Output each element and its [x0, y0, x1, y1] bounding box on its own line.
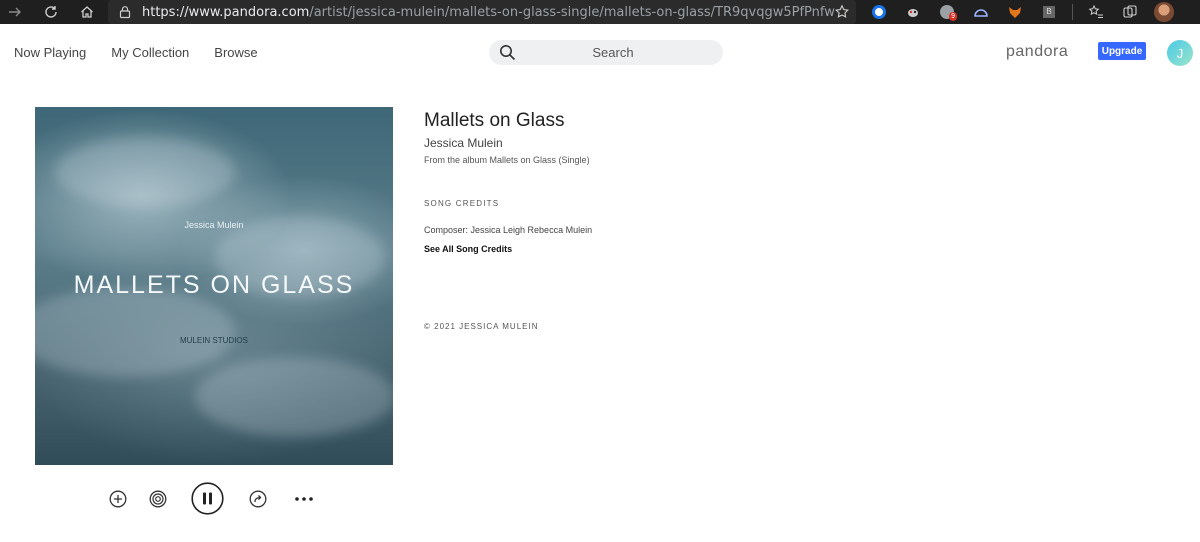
- collections-icon: [1123, 5, 1137, 18]
- pause-button[interactable]: [191, 482, 224, 515]
- composer-credit: Composer: Jessica Leigh Rebecca Mulein: [424, 225, 593, 235]
- album-art-artist: Jessica Mulein: [184, 220, 244, 230]
- search-input[interactable]: Search: [489, 40, 723, 65]
- password-manager-icon: [872, 5, 886, 19]
- extension-button-3[interactable]: 9: [930, 0, 964, 24]
- see-all-credits-link[interactable]: See All Song Credits: [424, 244, 512, 254]
- favorites-list-icon: [1088, 4, 1103, 18]
- cloud-shape: [55, 137, 235, 207]
- add-to-collection-button[interactable]: [108, 489, 128, 509]
- url-text: https://www.pandora.com/artist/jessica-m…: [142, 4, 835, 20]
- b-extension-icon: B: [1043, 6, 1055, 18]
- artist-link[interactable]: Jessica Mulein: [424, 136, 503, 150]
- player-controls: [0, 482, 430, 516]
- cloud-shape: [35, 287, 235, 377]
- password-manager-extension[interactable]: [862, 0, 896, 24]
- album-art-label: MULEIN STUDIOS: [179, 336, 248, 345]
- cloud-extension-icon: [974, 9, 988, 17]
- collections-button[interactable]: [1113, 0, 1147, 24]
- bug-extension-icon: [908, 9, 918, 17]
- share-icon: [249, 490, 267, 508]
- extension-button-5[interactable]: [998, 0, 1032, 24]
- extension-button-6[interactable]: B: [1032, 0, 1066, 24]
- favorites-button[interactable]: [1079, 0, 1113, 24]
- home-button[interactable]: [72, 0, 102, 24]
- search-placeholder: Search: [592, 45, 634, 60]
- user-avatar[interactable]: J: [1167, 40, 1193, 66]
- profile-avatar: [1154, 2, 1174, 22]
- album-link[interactable]: From the album Mallets on Glass (Single): [424, 155, 590, 165]
- song-title: Mallets on Glass: [424, 110, 565, 131]
- start-station-button[interactable]: [148, 489, 168, 509]
- reload-icon: [45, 6, 57, 18]
- app-header: Now Playing My Collection Browse Search …: [0, 24, 1200, 81]
- song-credits-heading: SONG CREDITS: [424, 199, 500, 208]
- nav-my-collection[interactable]: My Collection: [111, 45, 189, 60]
- forward-button[interactable]: [0, 0, 30, 24]
- more-icon: [295, 497, 313, 501]
- pause-icon: [191, 482, 224, 515]
- extension-badge: 9: [949, 12, 957, 21]
- lock-icon: [119, 6, 131, 19]
- reload-button[interactable]: [36, 0, 66, 24]
- station-icon: [149, 490, 167, 508]
- address-bar[interactable]: https://www.pandora.com/artist/jessica-m…: [108, 0, 856, 24]
- forward-arrow-icon: [9, 7, 21, 17]
- nav-browse[interactable]: Browse: [214, 45, 257, 60]
- pandora-logo[interactable]: pandora: [1006, 43, 1068, 61]
- track-details: Mallets on Glass Jessica Mulein From the…: [424, 110, 592, 331]
- browser-toolbar: https://www.pandora.com/artist/jessica-m…: [0, 0, 1200, 24]
- search-icon: [500, 45, 516, 61]
- favorite-star-icon[interactable]: [834, 4, 850, 20]
- add-icon: [109, 490, 127, 508]
- extension-button-2[interactable]: [896, 0, 930, 24]
- upgrade-button[interactable]: Upgrade: [1098, 42, 1146, 60]
- extension-button-4[interactable]: [964, 0, 998, 24]
- copyright-text: © 2021 JESSICA MULEIN: [424, 322, 539, 331]
- main-nav: Now Playing My Collection Browse: [14, 45, 283, 60]
- album-art-title: MALLETS ON GLASS: [73, 271, 355, 299]
- cloud-shape: [195, 357, 393, 437]
- more-options-button[interactable]: [292, 489, 316, 509]
- home-icon: [81, 6, 93, 18]
- extensions-area: 9 B: [862, 0, 1181, 24]
- profile-button[interactable]: [1147, 0, 1181, 24]
- nav-now-playing[interactable]: Now Playing: [14, 45, 86, 60]
- share-button[interactable]: [248, 489, 268, 509]
- album-art: Jessica Mulein MALLETS ON GLASS MULEIN S…: [35, 107, 393, 465]
- toolbar-divider: [1072, 4, 1073, 20]
- fox-extension-icon: [1009, 7, 1021, 18]
